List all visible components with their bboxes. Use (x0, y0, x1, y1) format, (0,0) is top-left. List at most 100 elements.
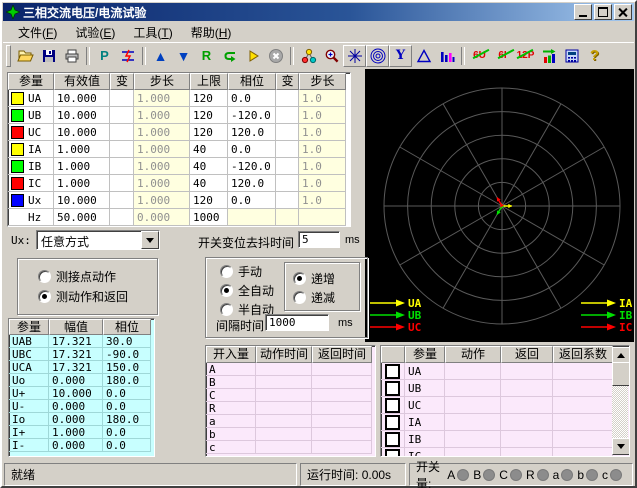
step-cell[interactable]: 1.000 (134, 175, 190, 192)
decrease-button[interactable]: ▼ (172, 45, 195, 67)
column-header[interactable]: 幅值 (49, 319, 103, 335)
column-header[interactable]: 上限 (190, 73, 228, 90)
rms-value-cell[interactable]: 1.000 (54, 141, 110, 158)
change-flag-cell[interactable] (276, 158, 299, 175)
step-cell[interactable]: 1.000 (134, 124, 190, 141)
column-header[interactable]: 开入量 (206, 346, 256, 363)
maximize-button[interactable] (594, 4, 612, 20)
param-mode-button[interactable]: P (93, 45, 116, 67)
six-current-button[interactable]: 6I (491, 45, 514, 67)
minimize-button[interactable] (574, 4, 592, 20)
upper-limit-cell[interactable]: 120 (190, 124, 228, 141)
reset-button[interactable]: R (195, 45, 218, 67)
phase-step-cell[interactable]: 1.0 (299, 90, 346, 107)
row-checkbox[interactable] (385, 415, 400, 430)
stop-button[interactable] (264, 45, 287, 67)
change-flag-cell[interactable] (110, 158, 134, 175)
change-flag-cell[interactable] (110, 124, 134, 141)
column-header[interactable]: 返回系数 (553, 346, 613, 363)
phase-cell[interactable]: 120.0 (228, 124, 276, 141)
zoom-button[interactable] (320, 45, 343, 67)
column-header[interactable]: 相位 (228, 73, 276, 90)
wye-view-button[interactable]: Y (389, 45, 412, 67)
column-header[interactable]: 变 (110, 73, 134, 90)
phase-step-cell[interactable]: 1.0 (299, 158, 346, 175)
change-flag-cell[interactable] (276, 107, 299, 124)
phase-step-cell[interactable]: 1.0 (299, 124, 346, 141)
combo-dropdown-button[interactable] (141, 231, 159, 249)
step-cell[interactable]: 1.000 (134, 90, 190, 107)
column-header[interactable]: 返回时间 (312, 346, 372, 363)
column-header[interactable]: 参量 (8, 73, 54, 90)
column-header[interactable]: 相位 (103, 319, 151, 335)
change-flag-cell[interactable] (276, 141, 299, 158)
column-header[interactable]: 动作时间 (256, 346, 312, 363)
change-flag-cell[interactable] (110, 209, 134, 226)
vertical-scrollbar[interactable] (612, 347, 628, 455)
phase-step-cell[interactable]: 1.0 (299, 141, 346, 158)
change-flag-cell[interactable] (276, 90, 299, 107)
change-flag-cell[interactable] (276, 209, 299, 226)
power-button[interactable] (116, 45, 139, 67)
upper-limit-cell[interactable]: 120 (190, 192, 228, 209)
six-voltage-button[interactable]: 6U (468, 45, 491, 67)
phase-cell[interactable]: 0.0 (228, 141, 276, 158)
change-flag-cell[interactable] (276, 124, 299, 141)
debounce-input[interactable]: 5 (298, 231, 340, 248)
column-header[interactable]: 步长 (299, 73, 346, 90)
output-button[interactable] (537, 45, 560, 67)
rms-value-cell[interactable]: 50.000 (54, 209, 110, 226)
rms-value-cell[interactable]: 10.000 (54, 124, 110, 141)
phase-cell[interactable]: 0.0 (228, 192, 276, 209)
column-header[interactable]: 参量 (9, 319, 49, 335)
scroll-down-button[interactable] (612, 438, 630, 455)
increase-button[interactable]: ▲ (149, 45, 172, 67)
open-button[interactable] (14, 45, 37, 67)
change-flag-cell[interactable] (110, 175, 134, 192)
upper-limit-cell[interactable]: 1000 (190, 209, 228, 226)
row-checkbox[interactable] (385, 364, 400, 379)
vector-node-button[interactable] (297, 45, 320, 67)
radio-option[interactable]: 测动作和返回 (38, 288, 157, 305)
undo-button[interactable] (218, 45, 241, 67)
phase-step-cell[interactable]: 1.0 (299, 192, 346, 209)
help-button[interactable]: ? (583, 45, 606, 67)
radio-option[interactable]: 手动 (220, 263, 274, 280)
menu-item[interactable]: 文件(F) (9, 22, 66, 43)
ux-mode-select[interactable]: 任意方式 (36, 230, 160, 250)
bars-view-button[interactable] (435, 45, 458, 67)
print-button[interactable] (60, 45, 83, 67)
row-checkbox[interactable] (385, 398, 400, 413)
column-header[interactable]: 返回 (501, 346, 553, 363)
twelve-p-button[interactable]: 12P (514, 45, 537, 67)
radio-option[interactable]: 递增 (293, 270, 359, 287)
toolbar-grip[interactable] (6, 45, 11, 67)
upper-limit-cell[interactable]: 40 (190, 141, 228, 158)
interval-input[interactable]: 1000 (265, 314, 329, 331)
save-button[interactable] (37, 45, 60, 67)
change-flag-cell[interactable] (276, 175, 299, 192)
radio-option[interactable]: 测接点动作 (38, 268, 157, 285)
column-header[interactable]: 动作 (445, 346, 501, 363)
change-flag-cell[interactable] (110, 192, 134, 209)
radio-option[interactable]: 递减 (293, 289, 359, 306)
column-header[interactable]: 有效值 (54, 73, 110, 90)
phase-cell[interactable]: 120.0 (228, 175, 276, 192)
row-checkbox[interactable] (385, 381, 400, 396)
upper-limit-cell[interactable]: 120 (190, 107, 228, 124)
menu-item[interactable]: 工具(T) (124, 22, 181, 43)
step-cell[interactable]: 0.000 (134, 209, 190, 226)
close-button[interactable] (614, 4, 632, 20)
rms-value-cell[interactable]: 10.000 (54, 192, 110, 209)
rms-value-cell[interactable]: 1.000 (54, 158, 110, 175)
upper-limit-cell[interactable]: 120 (190, 90, 228, 107)
upper-limit-cell[interactable]: 40 (190, 158, 228, 175)
upper-limit-cell[interactable]: 40 (190, 175, 228, 192)
start-button[interactable] (241, 45, 264, 67)
scrollbar-thumb[interactable] (612, 362, 630, 386)
radio-option[interactable]: 全自动 (220, 282, 274, 299)
change-flag-cell[interactable] (276, 192, 299, 209)
phase-cell[interactable] (228, 209, 276, 226)
step-cell[interactable]: 1.000 (134, 192, 190, 209)
calculator-button[interactable] (560, 45, 583, 67)
